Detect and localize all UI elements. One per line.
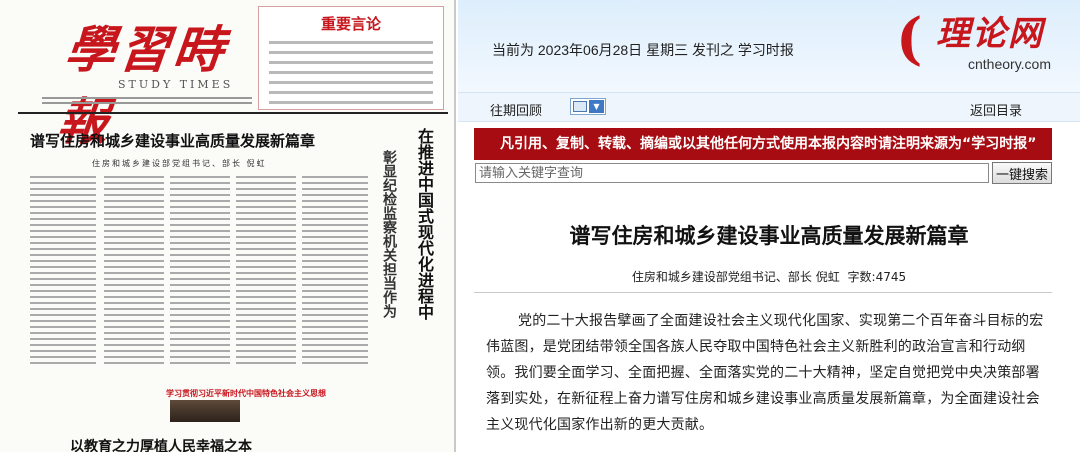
paper-text-column [104,176,164,376]
nav-bar: 往期回顾 ▼ 返回目录 [458,92,1080,122]
important-remarks-box: 重要言论 [258,6,444,110]
paper-photo [170,400,240,422]
article-word-count: 字数:4745 [847,270,907,284]
paper-vertical-subheadline[interactable]: 彰显纪检监察机关担当作为 [374,150,398,318]
archive-date-picker[interactable]: ▼ [570,98,606,115]
site-header: 当前为 2023年06月28日 星期三 发刊之 学习时报 ( 理论网 cnthe… [458,0,1080,92]
back-to-contents-link[interactable]: 返回目录 [970,100,1022,119]
logo-name: 理论网 [936,14,1044,54]
article-body: 党的二十大报告擘画了全面建设社会主义现代化国家、实现第二个百年奋斗目标的宏伟蓝图… [486,313,1044,433]
issue-date-line: 当前为 2023年06月28日 星期三 发刊之 学习时报 [492,42,794,58]
paper-lead-headline[interactable]: 谱写住房和城乡建设事业高质量发展新篇章 [30,130,315,151]
copyright-notice-banner: 凡引用、复制、转载、摘编或以其他任何方式使用本报内容时请注明来源为“学习时报” [474,128,1052,160]
chevron-down-icon[interactable]: ▼ [589,100,604,113]
article-title: 谱写住房和城乡建设事业高质量发展新篇章 [569,224,969,248]
important-remarks-title: 重要言论 [320,15,381,33]
newspaper-page-thumbnail[interactable]: 學習時報 STUDY TIMES 重要言论 谱写住房和城乡建设事业高质量发展新篇… [0,0,456,452]
masthead-subtitle: STUDY TIMES [118,78,234,91]
paper-text-column [302,176,368,376]
newspaper-masthead: 學習時報 STUDY TIMES [18,0,252,151]
paper-vertical-headline[interactable]: 在推进中国式现代化进程中 [400,128,434,320]
paper-text-column [170,176,230,376]
logo-mark-icon: ( [896,6,923,72]
article-meta: 住房和城乡建设部党组书记、部长 倪虹 字数:4745 [458,268,1080,285]
paper-lead-byline: 住房和城乡建设部党组书记、部长 倪虹 [92,159,267,168]
article-author: 住房和城乡建设部党组书记、部长 倪虹 [631,270,840,284]
logo-domain: cntheory.com [968,56,1051,72]
paper-text-column [236,176,296,376]
paper-bottom-headline[interactable]: 以教育之力厚植人民幸福之本 [70,436,252,452]
article-divider [474,292,1052,293]
site-logo[interactable]: ( 理论网 cntheory.com [896,4,1076,80]
archive-link[interactable]: 往期回顾 [490,100,542,119]
masthead-info-lines [42,94,252,106]
calendar-icon [573,101,587,112]
paper-red-caption: 学习贯彻习近平新时代中国特色社会主义思想 [166,389,326,398]
search-input[interactable] [475,163,989,183]
masthead-divider [18,112,448,114]
paper-text-column [30,176,96,376]
search-button[interactable]: 一键搜索 [992,162,1052,184]
